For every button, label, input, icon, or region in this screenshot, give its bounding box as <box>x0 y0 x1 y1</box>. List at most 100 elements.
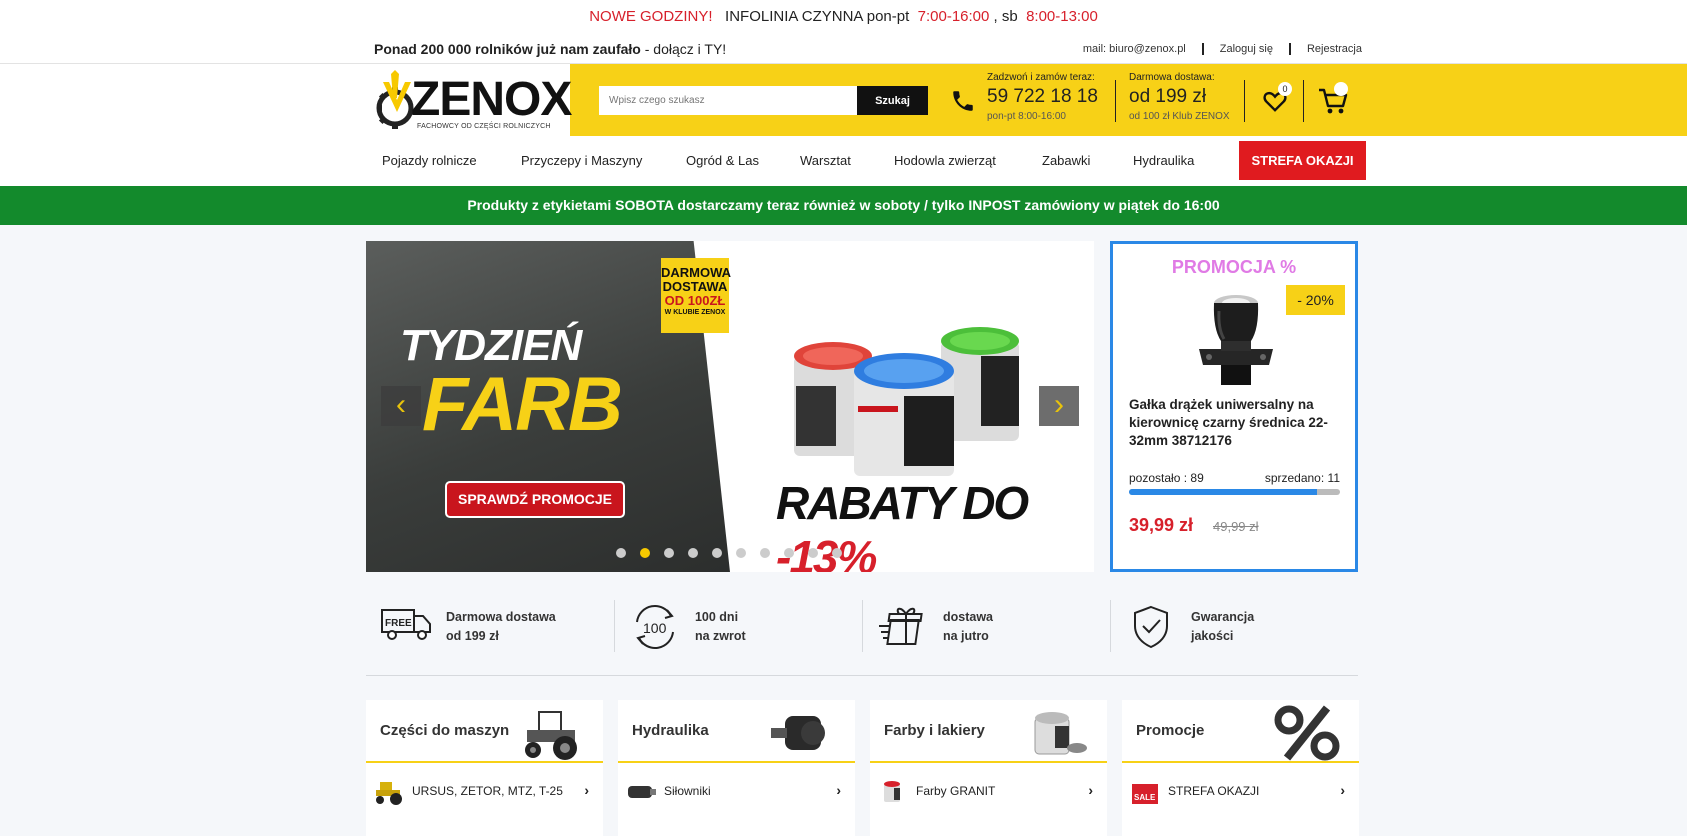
slider-dot[interactable] <box>736 548 746 558</box>
promo-card[interactable]: PROMOCJA % - 20% Gałka drążek uniwersaln… <box>1110 241 1358 572</box>
stock-progress-fill <box>1129 489 1317 495</box>
category-machine-parts[interactable]: Części do maszyn URSUS, ZETOR, MTZ, T-25… <box>366 700 603 836</box>
slider-dot[interactable] <box>616 548 626 558</box>
hotline-label: INFOLINIA CZYNNA pon-pt <box>725 8 910 25</box>
trust-bar: Ponad 200 000 rolników już nam zaufało -… <box>0 33 1687 64</box>
slider-next-button[interactable]: › <box>1039 386 1079 426</box>
contact-email-link[interactable]: mail: biuro@zenox.pl <box>1083 43 1186 55</box>
stock-left: pozostało : 89 <box>1129 471 1204 485</box>
category-title: Części do maszyn <box>380 722 510 739</box>
stock-sold-value: 11 <box>1327 471 1340 485</box>
main-navigation: Pojazdy rolnicze Przyczepy i Maszyny Ogr… <box>0 136 1687 186</box>
benefit-guarantee: Gwarancja jakości <box>1110 600 1358 652</box>
hydraulic-motor-icon <box>771 716 825 750</box>
benefit-line2: od 199 zł <box>446 629 499 643</box>
gift-delivery-icon <box>878 607 923 645</box>
sticker-line2: DOSTAWA <box>662 279 728 294</box>
slider-dots <box>616 548 856 558</box>
category-link-label: Siłowniki <box>664 784 711 798</box>
free-delivery-sticker: DARMOWA DOSTAWA OD 100ZŁ W KLUBIE ZENOX <box>661 258 732 333</box>
free-delivery-info: Darmowa dostawa: od 199 zł od 100 zł Klu… <box>1129 72 1230 122</box>
chevron-right-icon: › <box>836 782 841 798</box>
category-promotions[interactable]: Promocje SALE STREFA OKAZJI › <box>1122 700 1359 836</box>
gear-knob-product-image <box>1199 295 1273 385</box>
paint-cans-image <box>794 327 1019 476</box>
category-link-row[interactable]: URSUS, ZETOR, MTZ, T-25 › <box>366 766 603 818</box>
category-link-row[interactable]: Farby GRANIT › <box>870 766 1107 818</box>
promo-title: PROMOCJA % <box>1171 257 1297 277</box>
nav-item-warsztat[interactable]: Warsztat <box>800 136 851 186</box>
benefit-line1: Darmowa dostawa <box>446 610 556 624</box>
saturday-label: , sb <box>993 8 1018 25</box>
slider-dot[interactable] <box>712 548 722 558</box>
deal-zone-button[interactable]: STREFA OKAZJI <box>1239 141 1366 180</box>
category-title: Hydraulika <box>632 722 709 739</box>
slider-dot[interactable] <box>664 548 674 558</box>
search-input[interactable] <box>599 86 857 115</box>
stock-sold-label: sprzedano: <box>1264 471 1325 485</box>
zenox-logo[interactable]: ZENOX FACHOWCY OD CZĘŚCI ROLNICZYCH <box>373 68 572 132</box>
slider-dot[interactable] <box>688 548 698 558</box>
slider-dot[interactable] <box>808 548 818 558</box>
wishlist-count-badge: 0 <box>1278 82 1292 96</box>
nav-item-hodowla[interactable]: Hodowla zwierząt <box>894 136 996 186</box>
hero-slider[interactable]: TYDZIEŃ FARB SPRAWDŹ PROMOCJE DARMOWA DO… <box>366 241 1094 572</box>
nav-item-zabawki[interactable]: Zabawki <box>1042 136 1090 186</box>
logo-wordmark: ZENOX <box>411 73 572 126</box>
chevron-left-icon: ‹ <box>396 388 406 421</box>
phone-hours: pon-pt 8:00-16:00 <box>987 111 1066 122</box>
chevron-right-icon: › <box>1088 782 1093 798</box>
sticker-line3: OD 100ZŁ <box>664 293 726 308</box>
promo-stock-info: pozostało : 89 sprzedano: 11 <box>1129 471 1340 485</box>
search-button[interactable]: Szukaj <box>857 86 928 115</box>
benefit-returns: 100 100 dni na zwrot <box>613 600 862 652</box>
free-truck-icon: FREE <box>381 609 431 640</box>
nav-item-przyczepy[interactable]: Przyczepy i Maszyny <box>521 136 642 186</box>
benefit-line1: Gwarancja <box>1191 610 1255 624</box>
category-hydraulics[interactable]: Hydraulika Siłowniki › <box>618 700 855 836</box>
sticker-line1: DARMOWA <box>661 265 732 280</box>
nav-item-hydraulika[interactable]: Hydraulika <box>1133 136 1194 186</box>
tractor-icon <box>525 711 577 760</box>
nav-item-ogrod[interactable]: Ogród & Las <box>686 136 759 186</box>
top-info-bar: NOWE GODZINY! INFOLINIA CZYNNA pon-pt 7:… <box>0 0 1687 33</box>
promo-product-name[interactable]: Gałka drążek uniwersalny na kierownicę c… <box>1129 396 1344 450</box>
saturday-delivery-banner: Produkty z etykietami SOBOTA dostarczamy… <box>0 186 1687 225</box>
slider-dot[interactable] <box>832 548 842 558</box>
nav-item-pojazdy[interactable]: Pojazdy rolnicze <box>382 136 477 186</box>
header-divider <box>1244 80 1245 122</box>
phone-contact: Zadzwoń i zamów teraz: 59 722 18 18 pon-… <box>987 72 1098 122</box>
promo-price: 39,99 zł <box>1129 515 1194 535</box>
category-link-row[interactable]: Siłowniki › <box>618 766 855 818</box>
delivery-label: Darmowa dostawa: <box>1129 72 1215 83</box>
check-promotions-button[interactable]: SPRAWDŹ PROMOCJE <box>445 481 625 518</box>
return-100-icon: 100 <box>635 605 674 649</box>
category-link-row[interactable]: SALE STREFA OKAZJI › <box>1122 766 1359 818</box>
logo-tagline: FACHOWCY OD CZĘŚCI ROLNICZYCH <box>417 123 551 130</box>
category-paints[interactable]: Farby i lakiery Farby GRANIT › <box>870 700 1107 836</box>
discount-text: RABATY DO <box>776 477 1029 529</box>
paint-can-small-icon <box>884 781 900 802</box>
call-label: Zadzwoń i zamów teraz: <box>987 72 1095 83</box>
slider-dot[interactable] <box>760 548 770 558</box>
phone-number[interactable]: 59 722 18 18 <box>987 86 1098 108</box>
delivery-value: od 199 zł <box>1129 86 1207 107</box>
link-divider <box>1288 42 1291 55</box>
login-link[interactable]: Zaloguj się <box>1220 43 1273 55</box>
category-link-label: Farby GRANIT <box>916 784 996 798</box>
register-link[interactable]: Rejestracja <box>1307 43 1362 55</box>
slider-prev-button[interactable]: ‹ <box>381 386 421 426</box>
trust-message-rest: - dołącz i TY! <box>640 40 727 57</box>
stock-left-value: 89 <box>1190 471 1204 485</box>
percent-icon <box>1274 705 1340 761</box>
slider-dot[interactable] <box>784 548 794 558</box>
link-divider <box>1201 42 1204 55</box>
chevron-right-icon: › <box>1054 388 1064 421</box>
category-link-label: STREFA OKAZJI <box>1168 784 1260 798</box>
saturday-hours: 8:00-13:00 <box>1026 8 1098 25</box>
hero-title-line2: FARB <box>422 362 623 447</box>
search-bar: Szukaj <box>599 86 928 115</box>
delivery-club: od 100 zł Klub ZENOX <box>1129 111 1230 122</box>
header-divider <box>1303 80 1304 122</box>
slider-dot[interactable] <box>640 548 650 558</box>
